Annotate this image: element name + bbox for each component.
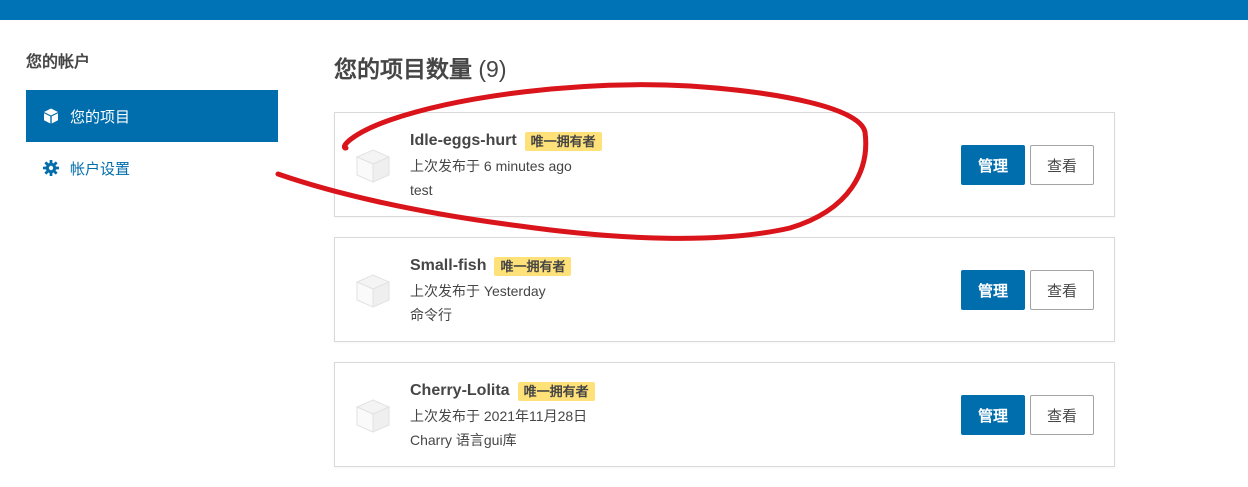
sidebar-heading: 您的帐户 xyxy=(26,54,91,71)
main-content: 您的项目数量 (9) Idle-eggs-hurt 唯一拥有者 上次发布于 6 … xyxy=(334,52,1115,467)
project-published: 上次发布于 2021年11月28日 xyxy=(410,408,588,424)
project-card: Idle-eggs-hurt 唯一拥有者 上次发布于 6 minutes ago… xyxy=(334,112,1115,217)
project-published: 上次发布于 Yesterday xyxy=(410,283,546,299)
project-list: Idle-eggs-hurt 唯一拥有者 上次发布于 6 minutes ago… xyxy=(334,112,1115,487)
package-icon xyxy=(355,274,391,308)
sidebar: 您的帐户 您的项目 帐户设置 xyxy=(26,52,278,194)
sidebar-item-label: 帐户设置 xyxy=(70,160,131,178)
project-description: 命令行 xyxy=(410,307,452,323)
project-name-link[interactable]: Small-fish xyxy=(410,255,486,277)
project-title: Small-fish 唯一拥有者 xyxy=(410,255,572,277)
project-published: 上次发布于 6 minutes ago xyxy=(410,158,572,174)
manage-button[interactable]: 管理 xyxy=(961,270,1025,310)
project-name-link[interactable]: Cherry-Lolita xyxy=(410,380,510,402)
project-name-link[interactable]: Idle-eggs-hurt xyxy=(410,130,517,152)
package-icon xyxy=(355,149,391,183)
page-title: 您的项目数量 (9) xyxy=(334,52,1115,86)
project-title: Cherry-Lolita 唯一拥有者 xyxy=(410,380,595,402)
sidebar-item-label: 您的项目 xyxy=(70,108,131,126)
project-description: test xyxy=(410,182,433,198)
owner-badge: 唯一拥有者 xyxy=(524,131,602,151)
sidebar-item-account-settings[interactable]: 帐户设置 xyxy=(26,142,278,194)
view-button[interactable]: 查看 xyxy=(1030,270,1094,310)
page-title-text: 您的项目数量 xyxy=(334,56,472,82)
owner-badge: 唯一拥有者 xyxy=(517,381,595,401)
manage-button[interactable]: 管理 xyxy=(961,395,1025,435)
package-icon xyxy=(355,399,391,433)
gear-icon xyxy=(42,159,60,177)
owner-badge: 唯一拥有者 xyxy=(494,256,572,276)
view-button[interactable]: 查看 xyxy=(1030,145,1094,185)
sidebar-item-projects[interactable]: 您的项目 xyxy=(26,90,278,142)
project-card: Cherry-Lolita 唯一拥有者 上次发布于 2021年11月28日 Ch… xyxy=(334,362,1115,467)
manage-button[interactable]: 管理 xyxy=(961,145,1025,185)
project-count: (9) xyxy=(478,56,507,82)
cube-icon xyxy=(42,107,60,125)
project-title: Idle-eggs-hurt 唯一拥有者 xyxy=(410,130,602,152)
top-bar xyxy=(0,0,1248,20)
project-card: Small-fish 唯一拥有者 上次发布于 Yesterday 命令行 管理 … xyxy=(334,237,1115,342)
project-description: Charry 语言gui库 xyxy=(410,432,517,448)
view-button[interactable]: 查看 xyxy=(1030,395,1094,435)
